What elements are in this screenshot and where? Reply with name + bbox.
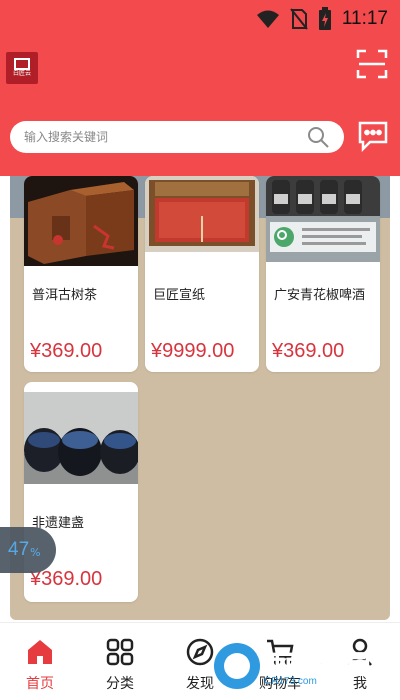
grid-icon	[105, 637, 135, 667]
scan-icon[interactable]	[356, 48, 388, 80]
product-name: 巨匠宣纸	[153, 288, 206, 303]
search-bar[interactable]	[10, 121, 344, 153]
search-icon[interactable]	[306, 125, 330, 149]
battery-charging-icon	[318, 7, 332, 31]
no-sim-icon	[290, 8, 308, 30]
app-header: 11:17 白匠云	[0, 0, 400, 176]
watermark-logo-icon	[214, 643, 260, 689]
status-time: 11:17	[341, 8, 388, 29]
compass-icon	[185, 637, 215, 667]
site-watermark: 西西软件园 CR173.com	[214, 636, 398, 696]
nav-home-label: 首页	[26, 676, 54, 692]
status-bar: 11:17	[0, 0, 400, 36]
memory-boost-badge[interactable]: 47 %	[0, 527, 56, 573]
wifi-icon	[256, 9, 280, 29]
search-input[interactable]	[24, 130, 306, 144]
nav-discover-label: 发现	[186, 676, 214, 692]
product-name: 普洱古树茶	[32, 288, 98, 303]
progress-unit: %	[30, 546, 41, 559]
product-image	[145, 176, 259, 252]
product-price: ¥369.00	[30, 340, 103, 362]
product-card[interactable]: 巨匠宣纸 ¥9999.00	[145, 176, 259, 372]
logo-text: 白匠云	[12, 71, 31, 77]
logo-glyph	[14, 58, 30, 70]
message-icon[interactable]	[356, 120, 390, 153]
nav-category-label: 分类	[106, 676, 134, 692]
product-image	[266, 176, 380, 262]
product-image	[24, 176, 138, 266]
product-price: ¥369.00	[272, 340, 345, 362]
product-card[interactable]: 普洱古树茶 ¥369.00	[24, 176, 138, 372]
product-card[interactable]: 广安青花椒啤酒 ¥369.00	[266, 176, 380, 372]
nav-category[interactable]: 分类	[80, 623, 160, 700]
home-icon	[25, 637, 55, 667]
product-name: 广安青花椒啤酒	[274, 288, 366, 303]
product-image	[24, 392, 138, 484]
nav-home[interactable]: 首页	[0, 623, 80, 700]
product-price: ¥9999.00	[151, 340, 235, 362]
watermark-title: 西西软件园	[263, 651, 370, 677]
product-grid-area: 普洱古树茶 ¥369.00 巨匠宣纸 ¥9999.00 广安青花椒啤酒 ¥369…	[10, 176, 390, 620]
app-logo[interactable]: 白匠云	[6, 52, 38, 84]
progress-value: 47	[8, 539, 30, 560]
